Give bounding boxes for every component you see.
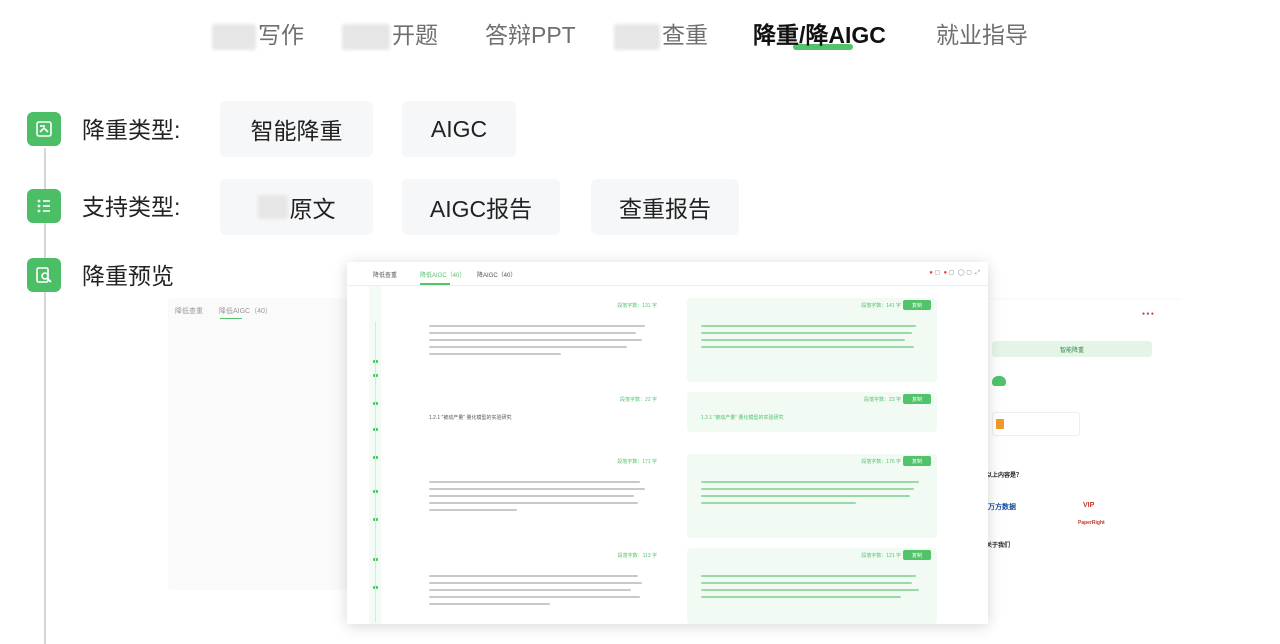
preview-main-screenshot: 降低查重 降低AIGC（40） 降AIGC（40） ● ▢ ● ▢ ◯ ▢ ⤢ … <box>347 262 988 624</box>
nav-item-defense-ppt[interactable]: 答辩PPT <box>485 20 576 50</box>
document-icon <box>27 112 61 146</box>
step-label-support-type: 支持类型: <box>82 194 181 220</box>
copy-button[interactable]: 复制 <box>903 550 931 560</box>
blurred-brand <box>614 23 660 50</box>
right-panel-notification-icons: ● ● ● <box>1142 311 1154 317</box>
nav-item-writing[interactable]: 写作 <box>212 20 304 50</box>
paragraph-text: 1.2.1 "被动产量" 量化模型的实验研究 <box>701 415 784 421</box>
nav-item-label: 开题 <box>392 22 438 48</box>
preview-tab: 降AIGC（40） <box>477 273 517 279</box>
copy-button[interactable]: 复制 <box>903 300 931 310</box>
nav-item-career-guidance[interactable]: 就业指导 <box>936 20 1028 50</box>
paragraph-word-count: 段落字数：22 字 <box>620 397 657 403</box>
logo-paperright: PaperRight <box>1078 520 1105 526</box>
blurred-brand <box>257 195 288 219</box>
paragraph-text <box>429 320 649 355</box>
nav-item-proposal[interactable]: 开题 <box>342 20 438 50</box>
copy-button[interactable]: 复制 <box>903 456 931 466</box>
right-panel-file-card <box>992 412 1080 436</box>
preview-tab-active: 降低AIGC（40） <box>420 273 466 279</box>
right-panel-action-bar: 智能降重 <box>992 341 1152 357</box>
cloud-upload-icon <box>992 376 1006 386</box>
nav-item-label: 写作 <box>258 22 304 48</box>
nav-item-label: 查重 <box>662 22 708 48</box>
option-smart-reduce[interactable]: 智能降重 <box>220 101 373 157</box>
paragraph-text <box>429 476 649 511</box>
preview-header: 降低查重 降低AIGC（40） 降AIGC（40） ● ▢ ● ▢ ◯ ▢ ⤢ <box>347 262 988 286</box>
option-original-text[interactable]: 原文 <box>220 179 373 235</box>
paragraph-text: 1.2.1 "被动产量" 量化模型的实验研究 <box>429 415 512 421</box>
option-aigc[interactable]: AIGC <box>402 101 516 157</box>
paragraph-text <box>429 570 649 605</box>
paragraph-word-count: 段落字数：121 字 <box>861 553 901 559</box>
option-plagiarism-report[interactable]: 查重报告 <box>591 179 739 235</box>
right-panel-section-2: 关于我们 <box>986 543 1011 549</box>
top-navigation: 写作 开题 答辩PPT 查重 降重/降AIGC 就业指导 <box>0 0 1280 66</box>
nav-item-label: 降重/降AIGC <box>753 22 886 48</box>
step-label-preview: 降重预览 <box>82 263 174 289</box>
nav-item-label: 答辩PPT <box>485 22 576 48</box>
original-paragraph-card: 段落字数：131 字 <box>415 298 663 382</box>
file-icon <box>996 419 1004 429</box>
result-paragraph-card: 段落字数：121 字 复制 <box>687 548 937 624</box>
preview-tab: 降低查重 <box>373 273 398 279</box>
option-aigc-report[interactable]: AIGC报告 <box>402 179 560 235</box>
original-paragraph-card: 段落字数：113 字 <box>415 548 663 624</box>
result-paragraph-card: 段落字数：23 字 复制 1.2.1 "被动产量" 量化模型的实验研究 <box>687 392 937 432</box>
original-paragraph-card: 段落字数：171 字 <box>415 454 663 538</box>
preview-gutter-line <box>375 322 376 622</box>
paragraph-word-count: 段落字数：131 字 <box>617 303 657 309</box>
paragraph-text <box>701 570 923 598</box>
step-label-reduce-type: 降重类型: <box>82 117 181 143</box>
copy-button[interactable]: 复制 <box>903 394 931 404</box>
nav-item-reduce-aigc[interactable]: 降重/降AIGC <box>753 20 886 50</box>
paragraph-word-count: 段落字数：176 字 <box>861 459 901 465</box>
background-tab-indicator <box>220 318 242 319</box>
option-label: 原文 <box>289 196 336 222</box>
logo-vip: VIP <box>1083 502 1095 509</box>
paragraph-word-count: 段落字数：171 字 <box>617 459 657 465</box>
blurred-brand <box>212 23 256 50</box>
nav-item-plagiarism-check[interactable]: 查重 <box>614 20 708 50</box>
background-tab: 降低查重 <box>175 308 203 315</box>
paragraph-text <box>701 320 923 348</box>
paragraph-word-count: 段落字数：23 字 <box>864 397 901 403</box>
logo-wanfang: 万方数据 <box>988 504 1016 511</box>
original-paragraph-card: 段落字数：22 字 1.2.1 "被动产量" 量化模型的实验研究 <box>415 392 663 432</box>
nav-item-label: 就业指导 <box>936 22 1028 48</box>
right-panel-section-1: 以上内容是？ <box>986 473 1023 479</box>
blurred-brand <box>342 23 390 50</box>
background-tab: 降低AIGC（40） <box>219 308 272 315</box>
preview-toolbar-icons: ● ▢ ● ▢ ◯ ▢ ⤢ <box>929 270 980 276</box>
background-tabs: 降低查重 降低AIGC（40） <box>175 306 288 316</box>
paragraph-text <box>701 476 923 504</box>
list-icon <box>27 189 61 223</box>
paragraph-word-count: 段落字数：113 字 <box>617 553 657 559</box>
preview-search-icon <box>27 258 61 292</box>
result-paragraph-card: 段落字数：141 字 复制 <box>687 298 937 382</box>
paragraph-word-count: 段落字数：141 字 <box>861 303 901 309</box>
preview-tab-indicator <box>420 283 450 285</box>
result-paragraph-card: 段落字数：176 字 复制 <box>687 454 937 538</box>
